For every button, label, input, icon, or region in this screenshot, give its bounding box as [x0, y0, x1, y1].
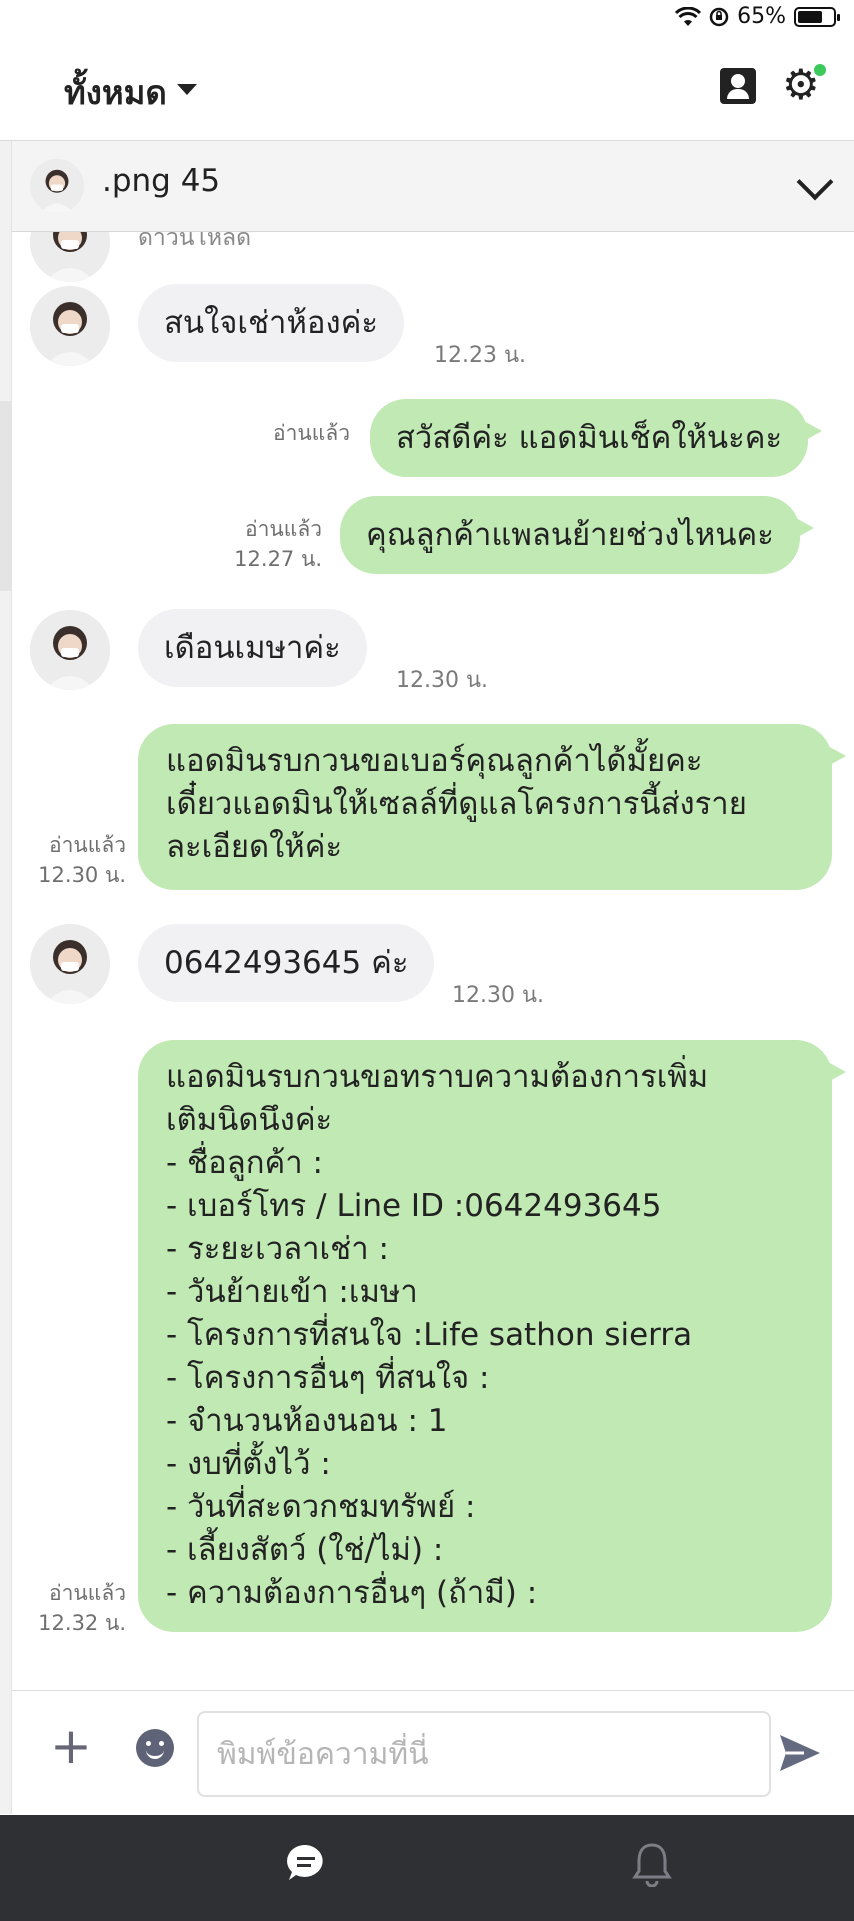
read-receipt: อ่านแล้ว 12.30 น.: [38, 833, 126, 887]
message-time: 12.30 น.: [452, 983, 545, 1008]
emoji-icon[interactable]: [136, 1729, 174, 1767]
chat-icon[interactable]: [286, 1843, 326, 1883]
caret-down-icon: [176, 84, 197, 95]
chat-header[interactable]: .png 45: [12, 141, 854, 232]
message-bubble-incoming[interactable]: 0642493645 ค่ะ: [138, 924, 435, 1002]
avatar: [30, 286, 110, 366]
message-bubble-outgoing[interactable]: คุณลูกค้าแพลนย้ายช่วงไหนคะ: [340, 496, 814, 574]
bottom-nav: [0, 1815, 854, 1921]
message-bubble-outgoing[interactable]: แอดมินรบกวนขอเบอร์คุณลูกค้าได้มั้ยคะ เดี…: [138, 724, 846, 890]
message-bubble-outgoing[interactable]: สวัสดีค่ะ แอดมินเช็คให้นะคะ: [370, 399, 823, 477]
sidebar-edge: [0, 141, 12, 1814]
avatar: [30, 159, 84, 213]
previous-message-peek: ดาวนโหลด: [138, 232, 252, 251]
message-input[interactable]: [199, 1713, 769, 1795]
filter-dropdown[interactable]: ทั้งหมด: [64, 66, 197, 119]
contact-icon[interactable]: [720, 68, 756, 104]
avatar: [30, 610, 110, 690]
message-list[interactable]: ดาวนโหลด สนใจเช่าห้องค่ะ 12.23 น. อ่านแล…: [12, 232, 854, 1688]
filter-label: ทั้งหมด: [64, 73, 167, 112]
bell-icon[interactable]: [630, 1841, 674, 1887]
battery-icon: [794, 6, 840, 27]
wifi-icon: [675, 6, 702, 26]
rotation-lock-icon: [709, 7, 729, 26]
chat-name: .png 45: [102, 163, 221, 199]
plus-icon[interactable]: +: [50, 1721, 92, 1771]
gear-icon[interactable]: ⚙: [782, 62, 828, 106]
message-input-wrapper: [197, 1711, 771, 1797]
send-icon[interactable]: [778, 1733, 822, 1773]
message-time: 12.30 น.: [396, 668, 489, 693]
message-bubble-incoming[interactable]: เดือนเมษาค่ะ: [138, 609, 367, 687]
notification-dot: [812, 62, 828, 78]
battery-percent: 65%: [737, 4, 786, 29]
read-receipt: อ่านแล้ว 12.32 น.: [38, 1581, 126, 1635]
message-bubble-outgoing[interactable]: แอดมินรบกวนขอทราบความต้องการเพิ่ม เติมนิ…: [138, 1040, 846, 1632]
message-composer: +: [12, 1690, 854, 1815]
status-bar: 65%: [0, 0, 854, 40]
read-receipt: อ่านแล้ว: [273, 421, 350, 445]
chevron-down-icon[interactable]: [796, 163, 834, 201]
top-bar: ทั้งหมด ⚙: [0, 40, 854, 141]
avatar: [30, 924, 110, 1004]
avatar: [30, 232, 110, 282]
message-bubble-incoming[interactable]: สนใจเช่าห้องค่ะ: [138, 284, 405, 362]
read-receipt: อ่านแล้ว 12.27 น.: [234, 517, 322, 571]
message-time: 12.23 น.: [434, 343, 527, 368]
